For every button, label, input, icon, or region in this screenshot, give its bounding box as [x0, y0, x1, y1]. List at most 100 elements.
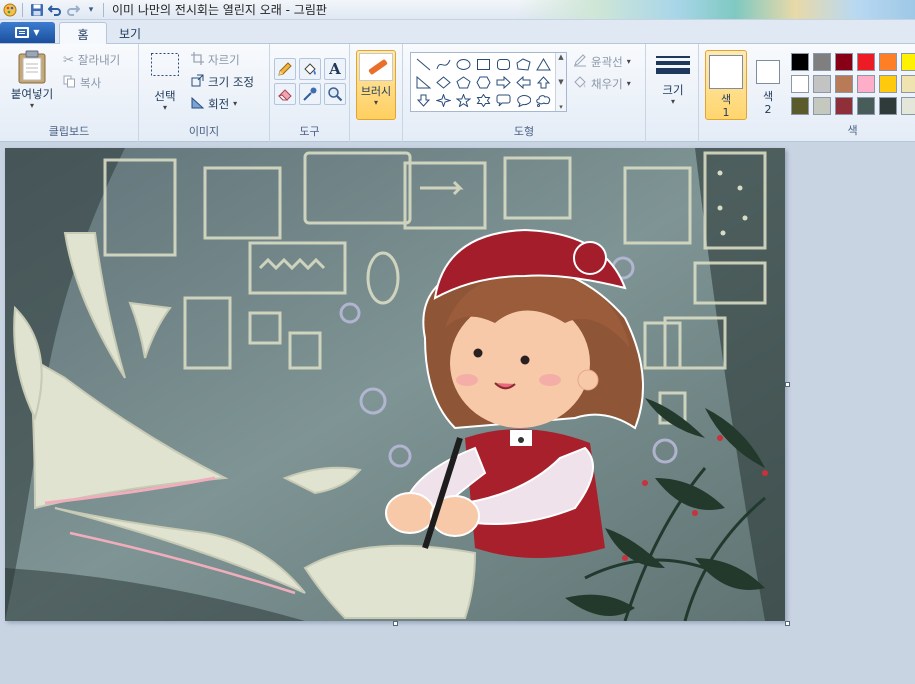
expand-gallery-icon[interactable]: ▾ [559, 103, 563, 111]
paste-button[interactable]: 붙여넣기 ▾ [6, 50, 58, 110]
polygon-shape-icon[interactable] [513, 55, 533, 73]
chevron-down-icon: ▾ [162, 103, 167, 112]
canvas-resize-handle-right[interactable] [785, 382, 790, 387]
palette-color-swatch[interactable] [811, 95, 833, 117]
down-arrow-shape-icon[interactable] [413, 91, 433, 109]
palette-color-swatch[interactable] [833, 73, 855, 95]
clipboard-group-label: 클립보드 [48, 125, 90, 138]
palette-color-fill [813, 97, 831, 115]
palette-color-fill [879, 97, 897, 115]
fill-button[interactable]: 채우기 ▾ [573, 75, 631, 92]
fill-icon [573, 75, 587, 92]
curve-shape-icon[interactable] [433, 55, 453, 73]
separator [103, 2, 104, 17]
separator [22, 2, 23, 17]
cloud-callout-shape-icon[interactable] [533, 91, 553, 109]
colors-group-label: 색 [847, 124, 858, 137]
chevron-down-icon: ▾ [373, 98, 378, 107]
rounded-callout-shape-icon[interactable] [493, 91, 513, 109]
tab-home[interactable]: 홈 [59, 22, 107, 45]
scroll-down-icon[interactable]: ▼ [558, 78, 563, 86]
palette-color-swatch[interactable] [789, 51, 811, 73]
color2-label: 색 [762, 90, 774, 103]
six-point-star-shape-icon[interactable] [473, 91, 493, 109]
size-button[interactable]: 크기 ▾ [652, 50, 694, 120]
eraser-icon[interactable] [274, 83, 296, 105]
rotate-button[interactable]: 회전 ▾ [191, 96, 237, 112]
hexagon-shape-icon[interactable] [473, 73, 493, 91]
magnifier-icon[interactable] [324, 83, 346, 105]
palette-color-fill [879, 53, 897, 71]
palette-color-swatch[interactable] [833, 95, 855, 117]
diamond-shape-icon[interactable] [433, 73, 453, 91]
copy-label: 복사 [80, 76, 102, 90]
palette-color-fill [835, 97, 853, 115]
save-icon[interactable] [29, 2, 45, 18]
undo-icon[interactable] [47, 2, 63, 18]
image-group-label: 이미지 [188, 125, 220, 138]
rounded-rectangle-shape-icon[interactable] [493, 55, 513, 73]
color1-button[interactable]: 색 1 [705, 50, 747, 120]
triangle-shape-icon[interactable] [533, 55, 553, 73]
canvas-resize-handle-corner[interactable] [785, 621, 790, 626]
palette-color-fill [857, 97, 875, 115]
palette-color-fill [835, 53, 853, 71]
canvas-resize-handle-bottom[interactable] [393, 621, 398, 626]
crop-button[interactable]: 자르기 [191, 52, 240, 68]
scroll-up-icon[interactable]: ▲ [558, 53, 563, 61]
title-bar: ▾ 이미 나만의 전시회는 열린지 오래 - 그림판 [0, 0, 915, 20]
palette-color-swatch[interactable] [899, 51, 915, 73]
redo-icon[interactable] [65, 2, 81, 18]
rotate-icon [191, 96, 205, 112]
oval-shape-icon[interactable] [453, 55, 473, 73]
palette-color-swatch[interactable] [811, 51, 833, 73]
palette-color-swatch[interactable] [789, 73, 811, 95]
oval-callout-shape-icon[interactable] [513, 91, 533, 109]
shapes-gallery: ▲ ▼ ▾ [410, 52, 567, 112]
four-point-star-shape-icon[interactable] [433, 91, 453, 109]
outline-button[interactable]: 윤곽선 ▾ [573, 53, 631, 70]
text-icon[interactable]: A [324, 58, 346, 80]
palette-color-swatch[interactable] [877, 51, 899, 73]
right-triangle-shape-icon[interactable] [413, 73, 433, 91]
clipboard-group: 붙여넣기 ▾ ✂ 잘라내기 복사 클립보드 [0, 44, 139, 142]
brush-button[interactable]: 브러시 ▾ [356, 50, 396, 120]
drawing-canvas[interactable] [5, 148, 785, 621]
customize-toolbar-icon[interactable]: ▾ [83, 2, 99, 18]
palette-color-swatch[interactable] [855, 51, 877, 73]
left-arrow-shape-icon[interactable] [513, 73, 533, 91]
palette-color-swatch[interactable] [877, 95, 899, 117]
palette-color-swatch[interactable] [855, 95, 877, 117]
pencil-icon[interactable] [274, 58, 296, 80]
palette-color-swatch[interactable] [855, 73, 877, 95]
tab-view[interactable]: 보기 [107, 22, 153, 45]
up-arrow-shape-icon[interactable] [533, 73, 553, 91]
paint-app-icon[interactable] [2, 2, 18, 18]
palette-color-swatch[interactable] [877, 73, 899, 95]
chevron-down-icon: ▾ [670, 97, 675, 106]
palette-color-swatch[interactable] [899, 73, 915, 95]
cut-button[interactable]: ✂ 잘라내기 [63, 52, 120, 68]
line-shape-icon[interactable] [413, 55, 433, 73]
outline-label: 윤곽선 [591, 54, 623, 69]
copy-button[interactable]: 복사 [63, 75, 101, 91]
resize-button[interactable]: 크기 조정 [191, 74, 254, 90]
shapes-group: ▲ ▼ ▾ 윤곽선 ▾ 채우기 ▾ 도형 [402, 44, 646, 142]
right-arrow-shape-icon[interactable] [493, 73, 513, 91]
color2-button[interactable]: 색 2 [747, 50, 789, 120]
select-button[interactable]: 선택 ▾ [147, 52, 183, 112]
file-menu-button[interactable]: ▼ [0, 22, 55, 43]
pentagon-shape-icon[interactable] [453, 73, 473, 91]
outline-icon [573, 53, 587, 70]
palette-color-swatch[interactable] [899, 95, 915, 117]
fill-bucket-icon[interactable] [299, 58, 321, 80]
palette-color-swatch[interactable] [811, 73, 833, 95]
palette-color-swatch[interactable] [789, 95, 811, 117]
illustration-image [5, 148, 785, 621]
rectangle-shape-icon[interactable] [473, 55, 493, 73]
paste-label: 붙여넣기 [10, 87, 54, 101]
five-point-star-shape-icon[interactable] [453, 91, 473, 109]
color-picker-icon[interactable] [299, 83, 321, 105]
shapes-gallery-scrollbar[interactable]: ▲ ▼ ▾ [555, 53, 566, 111]
palette-color-swatch[interactable] [833, 51, 855, 73]
